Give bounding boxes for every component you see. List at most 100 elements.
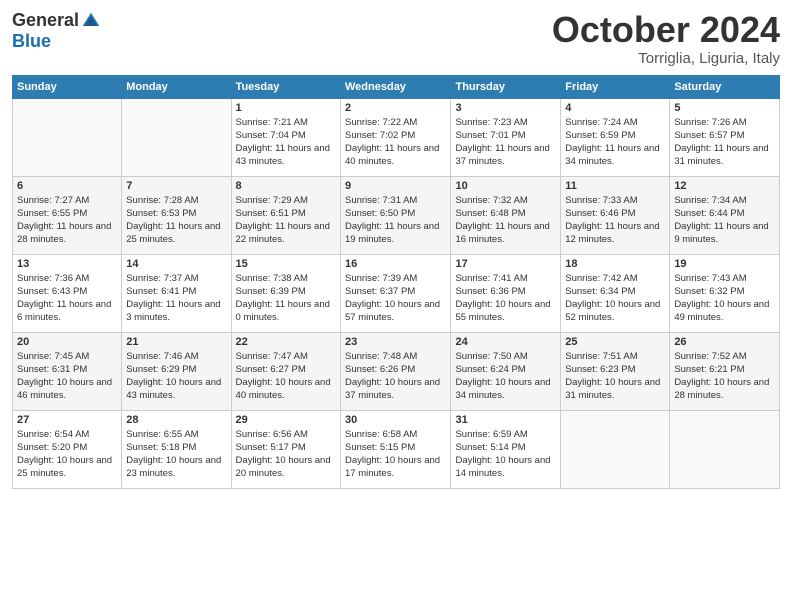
calendar-cell: 20 Sunrise: 7:45 AMSunset: 6:31 PMDayligh… — [13, 332, 122, 410]
day-number: 8 — [236, 180, 336, 192]
day-detail: Sunrise: 6:54 AMSunset: 5:20 PMDaylight:… — [17, 428, 117, 481]
calendar-header-saturday: Saturday — [670, 75, 780, 98]
calendar-header-row: SundayMondayTuesdayWednesdayThursdayFrid… — [13, 75, 780, 98]
day-number: 20 — [17, 336, 117, 348]
day-number: 22 — [236, 336, 336, 348]
calendar-cell: 6 Sunrise: 7:27 AMSunset: 6:55 PMDaylight… — [13, 176, 122, 254]
day-number: 3 — [455, 102, 556, 114]
day-detail: Sunrise: 6:55 AMSunset: 5:18 PMDaylight:… — [126, 428, 226, 481]
calendar-cell: 2Sunrise: 7:22 AMSunset: 7:02 PMDaylight… — [341, 98, 451, 176]
calendar-cell: 7Sunrise: 7:28 AMSunset: 6:53 PMDaylight… — [122, 176, 231, 254]
month-title: October 2024 — [552, 10, 780, 50]
calendar-header-tuesday: Tuesday — [231, 75, 340, 98]
calendar-header-sunday: Sunday — [13, 75, 122, 98]
location-subtitle: Torriglia, Liguria, Italy — [552, 50, 780, 67]
calendar-header-monday: Monday — [122, 75, 231, 98]
calendar-cell — [122, 98, 231, 176]
calendar-week-row: 20 Sunrise: 7:45 AMSunset: 6:31 PMDayligh… — [13, 332, 780, 410]
day-detail: Sunrise: 6:58 AMSunset: 5:15 PMDaylight:… — [345, 428, 446, 481]
calendar-cell: 25 Sunrise: 7:51 AMSunset: 6:23 PMDayligh… — [561, 332, 670, 410]
calendar-week-row: 27 Sunrise: 6:54 AMSunset: 5:20 PMDayligh… — [13, 410, 780, 488]
day-number: 21 — [126, 336, 226, 348]
calendar-cell: 12 Sunrise: 7:34 AMSunset: 6:44 PMDayligh… — [670, 176, 780, 254]
calendar-cell — [670, 410, 780, 488]
day-number: 23 — [345, 336, 446, 348]
day-number: 12 — [674, 180, 775, 192]
calendar-cell: 31 Sunrise: 6:59 AMSunset: 5:14 PMDayligh… — [451, 410, 561, 488]
calendar-week-row: 13 Sunrise: 7:36 AMSunset: 6:43 PMDayligh… — [13, 254, 780, 332]
calendar-cell: 9 Sunrise: 7:31 AMSunset: 6:50 PMDaylight… — [341, 176, 451, 254]
day-number: 5 — [674, 102, 775, 114]
calendar-cell: 4 Sunrise: 7:24 AMSunset: 6:59 PMDaylight… — [561, 98, 670, 176]
day-detail: Sunrise: 7:42 AMSunset: 6:34 PMDaylight:… — [565, 272, 665, 325]
day-detail: Sunrise: 7:47 AMSunset: 6:27 PMDaylight:… — [236, 350, 336, 403]
calendar-week-row: 1Sunrise: 7:21 AMSunset: 7:04 PMDaylight… — [13, 98, 780, 176]
day-number: 9 — [345, 180, 446, 192]
calendar-cell: 18 Sunrise: 7:42 AMSunset: 6:34 PMDayligh… — [561, 254, 670, 332]
logo-general-text: General — [12, 10, 79, 31]
title-section: October 2024 Torriglia, Liguria, Italy — [552, 10, 780, 67]
calendar-header-thursday: Thursday — [451, 75, 561, 98]
calendar-table: SundayMondayTuesdayWednesdayThursdayFrid… — [12, 75, 780, 489]
calendar-week-row: 6 Sunrise: 7:27 AMSunset: 6:55 PMDaylight… — [13, 176, 780, 254]
day-number: 14 — [126, 258, 226, 270]
day-number: 19 — [674, 258, 775, 270]
calendar-cell: 11Sunrise: 7:33 AMSunset: 6:46 PMDayligh… — [561, 176, 670, 254]
day-detail: Sunrise: 6:56 AMSunset: 5:17 PMDaylight:… — [236, 428, 336, 481]
day-detail: Sunrise: 6:59 AMSunset: 5:14 PMDaylight:… — [455, 428, 556, 481]
day-detail: Sunrise: 7:27 AMSunset: 6:55 PMDaylight:… — [17, 194, 117, 247]
day-detail: Sunrise: 7:39 AMSunset: 6:37 PMDaylight:… — [345, 272, 446, 325]
day-detail: Sunrise: 7:21 AMSunset: 7:04 PMDaylight:… — [236, 116, 336, 169]
calendar-cell: 16 Sunrise: 7:39 AMSunset: 6:37 PMDayligh… — [341, 254, 451, 332]
calendar-cell: 24 Sunrise: 7:50 AMSunset: 6:24 PMDayligh… — [451, 332, 561, 410]
day-number: 10 — [455, 180, 556, 192]
day-detail: Sunrise: 7:26 AMSunset: 6:57 PMDaylight:… — [674, 116, 775, 169]
day-detail: Sunrise: 7:43 AMSunset: 6:32 PMDaylight:… — [674, 272, 775, 325]
day-detail: Sunrise: 7:37 AMSunset: 6:41 PMDaylight:… — [126, 272, 226, 325]
calendar-cell — [13, 98, 122, 176]
calendar-cell: 14 Sunrise: 7:37 AMSunset: 6:41 PMDayligh… — [122, 254, 231, 332]
day-detail: Sunrise: 7:45 AMSunset: 6:31 PMDaylight:… — [17, 350, 117, 403]
calendar-cell: 5 Sunrise: 7:26 AMSunset: 6:57 PMDaylight… — [670, 98, 780, 176]
day-detail: Sunrise: 7:24 AMSunset: 6:59 PMDaylight:… — [565, 116, 665, 169]
day-detail: Sunrise: 7:31 AMSunset: 6:50 PMDaylight:… — [345, 194, 446, 247]
calendar-cell: 26Sunrise: 7:52 AMSunset: 6:21 PMDayligh… — [670, 332, 780, 410]
logo-icon — [81, 11, 101, 31]
day-number: 16 — [345, 258, 446, 270]
logo-blue-text: Blue — [12, 31, 51, 52]
day-detail: Sunrise: 7:34 AMSunset: 6:44 PMDaylight:… — [674, 194, 775, 247]
day-detail: Sunrise: 7:29 AMSunset: 6:51 PMDaylight:… — [236, 194, 336, 247]
day-detail: Sunrise: 7:32 AMSunset: 6:48 PMDaylight:… — [455, 194, 556, 247]
day-number: 13 — [17, 258, 117, 270]
calendar-header-friday: Friday — [561, 75, 670, 98]
calendar-cell: 13 Sunrise: 7:36 AMSunset: 6:43 PMDayligh… — [13, 254, 122, 332]
day-detail: Sunrise: 7:48 AMSunset: 6:26 PMDaylight:… — [345, 350, 446, 403]
day-number: 24 — [455, 336, 556, 348]
day-number: 2 — [345, 102, 446, 114]
day-number: 29 — [236, 414, 336, 426]
day-number: 15 — [236, 258, 336, 270]
calendar-cell: 10 Sunrise: 7:32 AMSunset: 6:48 PMDayligh… — [451, 176, 561, 254]
calendar-cell: 3Sunrise: 7:23 AMSunset: 7:01 PMDaylight… — [451, 98, 561, 176]
day-number: 6 — [17, 180, 117, 192]
day-detail: Sunrise: 7:28 AMSunset: 6:53 PMDaylight:… — [126, 194, 226, 247]
calendar-cell — [561, 410, 670, 488]
calendar-cell: 21Sunrise: 7:46 AMSunset: 6:29 PMDayligh… — [122, 332, 231, 410]
calendar-cell: 28Sunrise: 6:55 AMSunset: 5:18 PMDayligh… — [122, 410, 231, 488]
day-number: 27 — [17, 414, 117, 426]
calendar-cell: 23 Sunrise: 7:48 AMSunset: 6:26 PMDayligh… — [341, 332, 451, 410]
day-detail: Sunrise: 7:38 AMSunset: 6:39 PMDaylight:… — [236, 272, 336, 325]
calendar-cell: 1Sunrise: 7:21 AMSunset: 7:04 PMDaylight… — [231, 98, 340, 176]
day-number: 18 — [565, 258, 665, 270]
calendar-cell: 27 Sunrise: 6:54 AMSunset: 5:20 PMDayligh… — [13, 410, 122, 488]
day-number: 4 — [565, 102, 665, 114]
day-detail: Sunrise: 7:41 AMSunset: 6:36 PMDaylight:… — [455, 272, 556, 325]
day-number: 25 — [565, 336, 665, 348]
day-detail: Sunrise: 7:52 AMSunset: 6:21 PMDaylight:… — [674, 350, 775, 403]
logo: General Blue — [12, 10, 101, 52]
calendar-cell: 22 Sunrise: 7:47 AMSunset: 6:27 PMDayligh… — [231, 332, 340, 410]
day-detail: Sunrise: 7:51 AMSunset: 6:23 PMDaylight:… — [565, 350, 665, 403]
day-number: 31 — [455, 414, 556, 426]
day-detail: Sunrise: 7:50 AMSunset: 6:24 PMDaylight:… — [455, 350, 556, 403]
day-detail: Sunrise: 7:36 AMSunset: 6:43 PMDaylight:… — [17, 272, 117, 325]
